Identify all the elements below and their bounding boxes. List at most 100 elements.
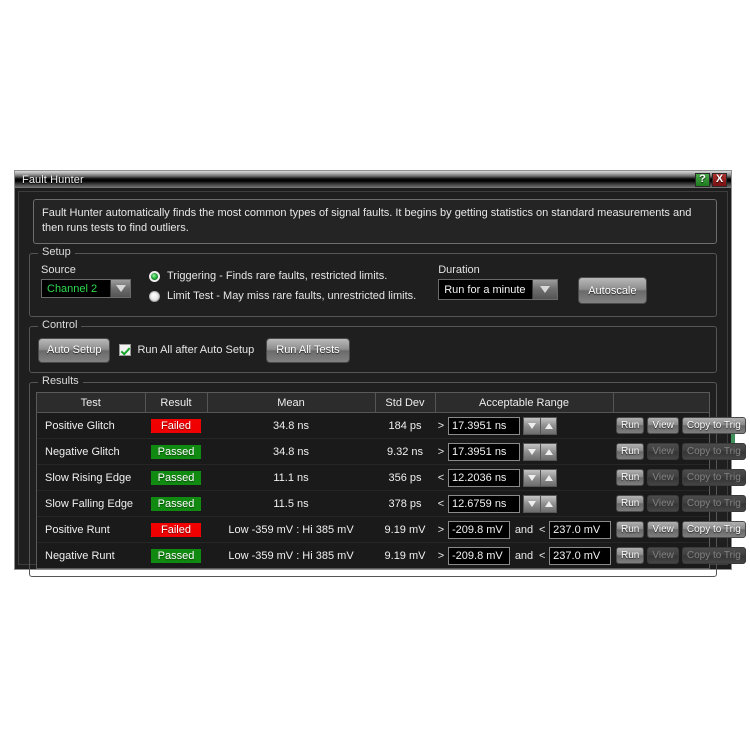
view-test-button[interactable]: View: [647, 521, 679, 538]
cell-acceptable-range: >17.3951 ns: [435, 438, 613, 465]
limit-stepper: [523, 468, 557, 487]
radio-on-icon: [149, 270, 160, 282]
chevron-down-icon[interactable]: [523, 416, 540, 435]
fault-hunter-window: Fault Hunter ? X Fault Hunter automatica…: [14, 170, 746, 577]
run-all-after-auto-setup-label: Run All after Auto Setup: [137, 344, 255, 356]
view-test-button: View: [647, 495, 679, 512]
column-header-result: Result: [145, 393, 208, 413]
cell-mean: Low -359 mV : Hi 385 mV: [207, 516, 375, 543]
cell-actions: Run View Copy to Trig: [613, 438, 746, 465]
table-row: Positive Runt Failed Low -359 mV : Hi 385 …: [37, 516, 746, 543]
limit-stepper: [523, 494, 557, 513]
cell-result: Passed: [145, 543, 207, 569]
comparator-1: >: [437, 445, 445, 458]
cell-std-dev: 356 ps: [375, 464, 435, 491]
cell-mean: 34.8 ns: [207, 412, 375, 439]
cell-test: Slow Falling Edge: [37, 490, 145, 517]
source-block: Source Channel 2: [38, 264, 131, 298]
run-test-button[interactable]: Run: [616, 443, 645, 460]
cell-test: Positive Runt: [37, 516, 145, 543]
cell-acceptable-range: <12.6759 ns: [435, 490, 613, 517]
run-test-button[interactable]: Run: [616, 495, 645, 512]
window-titlebar[interactable]: Fault Hunter ? X: [15, 171, 731, 188]
status-badge: Passed: [151, 548, 201, 563]
copy-to-trig-button[interactable]: Copy to Trig: [681, 521, 746, 538]
chevron-down-icon[interactable]: [532, 280, 558, 299]
autoscale-button[interactable]: Autoscale: [578, 277, 647, 304]
table-row: Slow Rising Edge Passed 11.1 ns 356 ps <12.2…: [37, 464, 746, 491]
limit-input-1[interactable]: 12.6759 ns: [448, 494, 520, 513]
chevron-up-icon[interactable]: [540, 494, 557, 513]
cell-mean: 34.8 ns: [207, 438, 375, 465]
cell-actions: Run View Copy to Trig: [613, 464, 746, 491]
copy-to-trig-button[interactable]: Copy to Trig: [681, 417, 746, 434]
copy-to-trig-button: Copy to Trig: [681, 443, 746, 460]
duration-select[interactable]: Run for a minute: [438, 279, 559, 300]
cell-actions: Run View Copy to Trig: [613, 490, 746, 517]
window-content: Fault Hunter automatically finds the mos…: [18, 191, 746, 577]
radio-triggering[interactable]: Triggering - Finds rare faults, restrict…: [149, 266, 416, 286]
close-icon[interactable]: X: [712, 172, 727, 187]
limit-input-2[interactable]: 237.0 mV: [549, 546, 611, 565]
limit-stepper: [523, 416, 557, 435]
control-group: Control Auto Setup Run All after Auto Se…: [29, 319, 717, 373]
chevron-up-icon[interactable]: [540, 416, 557, 435]
cell-std-dev: 9.19 mV: [384, 549, 426, 562]
run-test-button[interactable]: Run: [616, 547, 645, 564]
run-test-button[interactable]: Run: [616, 417, 645, 434]
limit-input-1[interactable]: -209.8 mV: [448, 520, 510, 539]
and-label: and: [514, 523, 534, 536]
comparator-2: <: [538, 523, 546, 536]
limit-input-1[interactable]: -209.8 mV: [448, 546, 510, 565]
limit-input-1[interactable]: 17.3951 ns: [448, 442, 520, 461]
chevron-down-icon[interactable]: [110, 280, 130, 297]
run-test-button[interactable]: Run: [616, 521, 645, 538]
cell-result: Failed: [145, 516, 207, 543]
column-header-mean: Mean: [207, 393, 376, 413]
run-all-tests-button[interactable]: Run All Tests: [266, 337, 350, 363]
duration-value: Run for a minute: [439, 280, 533, 299]
cell-result: Passed: [145, 438, 207, 465]
results-legend: Results: [38, 375, 83, 387]
status-badge: Passed: [151, 444, 201, 459]
view-test-button[interactable]: View: [647, 417, 679, 434]
table-header-row: Test Result Mean Std Dev Acceptable Rang…: [37, 393, 709, 413]
copy-to-trig-button: Copy to Trig: [681, 547, 746, 564]
column-header-std-dev: Std Dev: [375, 393, 436, 413]
cell-std-dev: 9.19 mV: [375, 516, 435, 543]
source-value: Channel 2: [42, 280, 110, 297]
chevron-down-icon[interactable]: [523, 494, 540, 513]
cell-acceptable-range: > -209.8 mV and <237.0 mV: [435, 516, 613, 543]
chevron-up-icon[interactable]: [540, 468, 557, 487]
results-table-wrapper: Test Result Mean Std Dev Acceptable Rang…: [36, 392, 746, 569]
cell-mean: 11.1 ns: [207, 464, 375, 491]
table-row: Positive Glitch Failed 34.8 ns 184 ps >17.39…: [37, 412, 746, 439]
limit-input-2[interactable]: 237.0 mV: [549, 520, 611, 539]
run-all-after-auto-setup-checkbox[interactable]: Run All after Auto Setup: [119, 344, 254, 356]
auto-setup-button[interactable]: Auto Setup: [38, 337, 111, 363]
cell-acceptable-range: <12.2036 ns: [435, 464, 613, 491]
run-test-button[interactable]: Run: [616, 469, 645, 486]
limit-input-1[interactable]: 12.2036 ns: [448, 468, 520, 487]
limit-input-1[interactable]: 17.3951 ns: [448, 416, 520, 435]
table-row: Negative Glitch Passed 34.8 ns 9.32 ns >17.3…: [37, 438, 746, 465]
source-select[interactable]: Channel 2: [41, 279, 131, 298]
cell-actions: Run View Copy to Trig: [613, 412, 746, 439]
cell-result: Passed: [145, 490, 207, 517]
status-badge: Passed: [151, 470, 201, 485]
cell-mean: 11.5 ns: [207, 490, 375, 517]
status-badge: Passed: [151, 496, 201, 511]
source-label: Source: [41, 264, 76, 276]
chevron-up-icon[interactable]: [540, 442, 557, 461]
copy-to-trig-button: Copy to Trig: [681, 469, 746, 486]
cell-std-dev: 184 ps: [375, 412, 435, 439]
cell-result: Passed: [145, 464, 207, 491]
radio-limit-test-label: Limit Test - May miss rare faults, unres…: [167, 290, 417, 302]
chevron-down-icon[interactable]: [523, 442, 540, 461]
table-row: Negative Runt Passed Low -359 mV : Hi 385 …: [37, 543, 746, 569]
radio-limit-test[interactable]: Limit Test - May miss rare faults, unres…: [149, 286, 416, 306]
help-icon[interactable]: ?: [695, 172, 710, 187]
chevron-down-icon[interactable]: [523, 468, 540, 487]
column-header-acceptable-range: Acceptable Range: [435, 393, 614, 413]
radio-off-icon: [149, 290, 160, 302]
